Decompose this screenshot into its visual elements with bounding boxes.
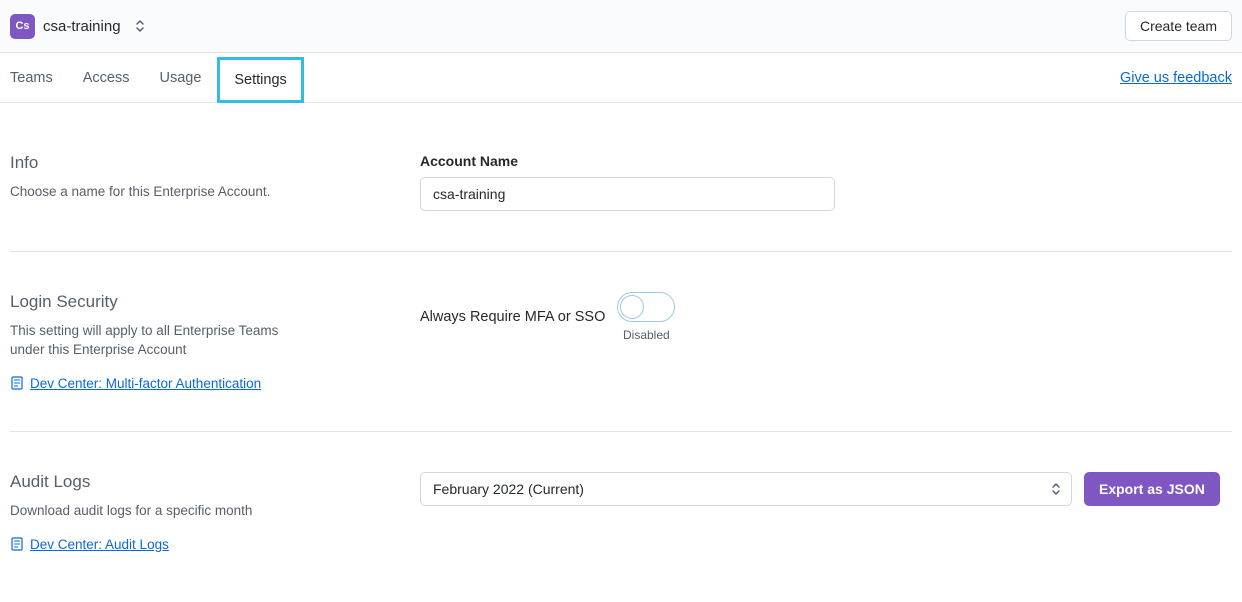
mfa-toggle-label: Always Require MFA or SSO — [420, 309, 605, 325]
tab-access[interactable]: Access — [83, 56, 130, 100]
toggle-knob — [620, 295, 644, 319]
section-info: Info Choose a name for this Enterprise A… — [10, 113, 1232, 252]
mfa-toggle[interactable] — [617, 292, 675, 322]
section-audit-logs: Audit Logs Download audit logs for a spe… — [10, 432, 1232, 592]
section-title-audit: Audit Logs — [10, 472, 420, 492]
create-team-button[interactable]: Create team — [1125, 11, 1232, 41]
doc-icon — [10, 376, 24, 390]
section-desc-audit: Download audit logs for a specific month — [10, 502, 290, 521]
tab-usage[interactable]: Usage — [159, 56, 201, 100]
doc-icon — [10, 537, 24, 551]
account-name-label: Account Name — [420, 153, 1232, 169]
doc-link-audit[interactable]: Dev Center: Audit Logs — [10, 537, 420, 552]
mfa-toggle-state: Disabled — [623, 328, 670, 342]
export-json-button[interactable]: Export as JSON — [1084, 472, 1220, 506]
chevron-updown-icon — [135, 19, 145, 33]
chevron-updown-icon — [1051, 482, 1061, 496]
section-title-info: Info — [10, 153, 420, 173]
audit-month-value: February 2022 (Current) — [433, 481, 584, 497]
tab-teams[interactable]: Teams — [10, 56, 53, 100]
audit-month-select[interactable]: February 2022 (Current) — [420, 472, 1072, 506]
tab-settings-highlight: Settings — [217, 57, 303, 103]
section-title-security: Login Security — [10, 292, 420, 312]
doc-link-mfa[interactable]: Dev Center: Multi-factor Authentication — [10, 376, 420, 391]
section-login-security: Login Security This setting will apply t… — [10, 252, 1232, 432]
org-badge: Cs — [10, 14, 35, 39]
doc-link-audit-label: Dev Center: Audit Logs — [30, 537, 169, 552]
section-desc-security: This setting will apply to all Enterpris… — [10, 322, 290, 360]
tab-settings[interactable]: Settings — [234, 72, 286, 88]
org-switcher[interactable]: Cs csa-training — [10, 14, 145, 39]
account-name-input[interactable] — [420, 177, 835, 211]
doc-link-mfa-label: Dev Center: Multi-factor Authentication — [30, 376, 261, 391]
org-name: csa-training — [43, 18, 121, 35]
section-desc-info: Choose a name for this Enterprise Accoun… — [10, 183, 290, 202]
feedback-link[interactable]: Give us feedback — [1120, 70, 1232, 86]
